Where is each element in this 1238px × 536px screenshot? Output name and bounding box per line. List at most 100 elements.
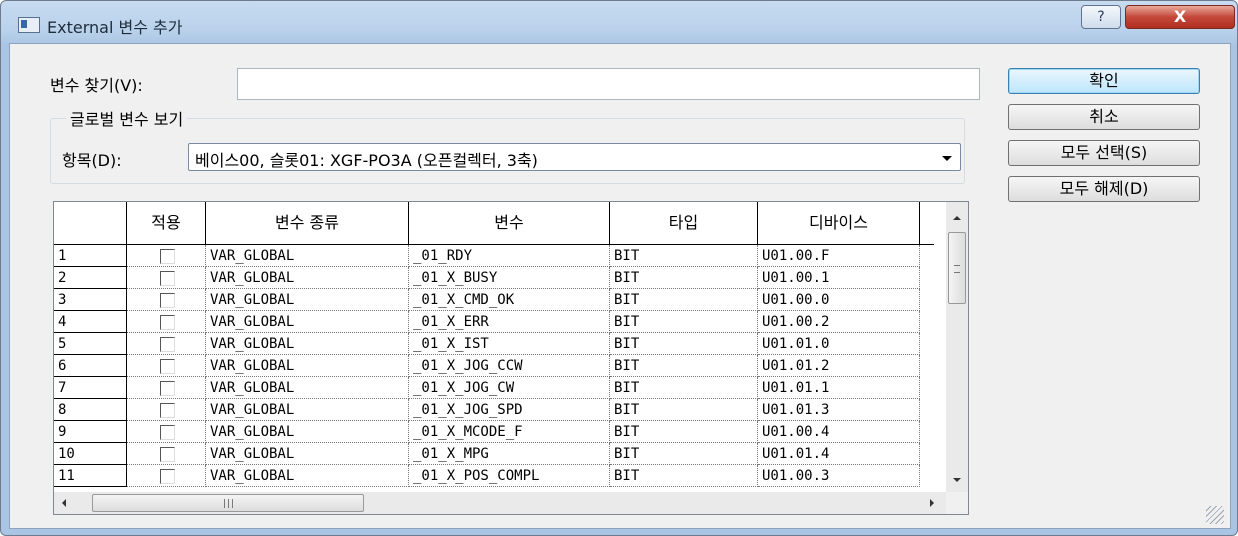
table-viewport: 적용 변수 종류 변수 타입 디바이스 1 VAR_GLOBAL _01_RDY BI…: [54, 202, 946, 492]
apply-checkbox[interactable]: [160, 403, 175, 418]
cell-num: 6: [54, 355, 127, 377]
window-app-icon: [18, 17, 40, 33]
apply-checkbox[interactable]: [160, 249, 175, 264]
cell-apply: [127, 355, 206, 377]
apply-checkbox[interactable]: [160, 447, 175, 462]
header-apply[interactable]: 적용: [127, 202, 206, 244]
cell-device: U01.00.1: [758, 267, 920, 289]
item-select[interactable]: 베이스00, 슬롯01: XGF-PO3A (오픈컬렉터, 3축): [188, 143, 961, 171]
cell-device: U01.01.3: [758, 399, 920, 421]
cell-apply: [127, 333, 206, 355]
cell-kind: VAR_GLOBAL: [206, 399, 409, 421]
close-button[interactable]: X: [1125, 5, 1235, 29]
cell-kind: VAR_GLOBAL: [206, 289, 409, 311]
apply-checkbox[interactable]: [160, 359, 175, 374]
cell-num: 3: [54, 289, 127, 311]
cell-device: U01.00.0: [758, 289, 920, 311]
horizontal-scroll-thumb[interactable]: |||: [92, 494, 364, 512]
vertical-scroll-thumb[interactable]: [948, 232, 966, 304]
header-kind[interactable]: 변수 종류: [206, 202, 409, 244]
cell-var: _01_X_JOG_CW: [409, 377, 610, 399]
chevron-down-icon[interactable]: [942, 156, 952, 161]
cell-type: BIT: [610, 465, 758, 487]
table-row[interactable]: 10 VAR_GLOBAL _01_X_MPG BIT U01.01.4: [54, 443, 934, 465]
scroll-up-icon[interactable]: [953, 216, 961, 220]
cell-num: 10: [54, 443, 127, 465]
cell-num: 2: [54, 267, 127, 289]
cancel-button[interactable]: 취소: [1008, 104, 1200, 130]
cell-apply: [127, 311, 206, 333]
cell-kind: VAR_GLOBAL: [206, 333, 409, 355]
scroll-left-icon[interactable]: [62, 499, 66, 507]
cell-var: _01_X_MCODE_F: [409, 421, 610, 443]
apply-checkbox[interactable]: [160, 337, 175, 352]
table-row[interactable]: 4 VAR_GLOBAL _01_X_ERR BIT U01.00.2: [54, 311, 934, 333]
cell-device: U01.00.3: [758, 465, 920, 487]
cell-type: BIT: [610, 289, 758, 311]
ok-button[interactable]: 확인: [1008, 68, 1200, 94]
cell-type: BIT: [610, 333, 758, 355]
header-type[interactable]: 타입: [610, 202, 758, 244]
apply-checkbox[interactable]: [160, 271, 175, 286]
cell-var: _01_X_MPG: [409, 443, 610, 465]
cell-num: 11: [54, 465, 127, 487]
scroll-right-icon[interactable]: [930, 499, 934, 507]
table-row[interactable]: 11 VAR_GLOBAL _01_X_POS_COMPL BIT U01.00.3: [54, 465, 934, 487]
table-row[interactable]: 3 VAR_GLOBAL _01_X_CMD_OK BIT U01.00.0: [54, 289, 934, 311]
cell-num: 8: [54, 399, 127, 421]
cell-var: _01_X_JOG_CCW: [409, 355, 610, 377]
select-all-button[interactable]: 모두 선택(S): [1008, 140, 1200, 166]
apply-checkbox[interactable]: [160, 293, 175, 308]
cell-num: 7: [54, 377, 127, 399]
header-device[interactable]: 디바이스: [758, 202, 920, 244]
cell-type: BIT: [610, 443, 758, 465]
search-label: 변수 찾기(V):: [50, 76, 143, 95]
table-row[interactable]: 5 VAR_GLOBAL _01_X_IST BIT U01.01.0: [54, 333, 934, 355]
table-row[interactable]: 7 VAR_GLOBAL _01_X_JOG_CW BIT U01.01.1: [54, 377, 934, 399]
scroll-down-icon[interactable]: [953, 478, 961, 482]
apply-checkbox[interactable]: [160, 381, 175, 396]
table-row[interactable]: 8 VAR_GLOBAL _01_X_JOG_SPD BIT U01.01.3: [54, 399, 934, 421]
cell-apply: [127, 421, 206, 443]
group-legend: 글로벌 변수 보기: [66, 106, 188, 130]
cell-type: BIT: [610, 377, 758, 399]
cell-device: U01.00.4: [758, 421, 920, 443]
header-row-number: [54, 202, 127, 244]
cell-apply: [127, 245, 206, 267]
cell-num: 5: [54, 333, 127, 355]
table-row[interactable]: 9 VAR_GLOBAL _01_X_MCODE_F BIT U01.00.4: [54, 421, 934, 443]
cell-num: 1: [54, 245, 127, 267]
cell-apply: [127, 399, 206, 421]
help-icon: ?: [1097, 9, 1105, 25]
cell-type: BIT: [610, 245, 758, 267]
table-row[interactable]: 2 VAR_GLOBAL _01_X_BUSY BIT U01.00.1: [54, 267, 934, 289]
cell-type: BIT: [610, 421, 758, 443]
item-select-value: 베이스00, 슬롯01: XGF-PO3A (오픈컬렉터, 3축): [195, 151, 538, 170]
horizontal-scrollbar[interactable]: |||: [54, 492, 946, 514]
apply-checkbox[interactable]: [160, 469, 175, 484]
variable-table: 적용 변수 종류 변수 타입 디바이스 1 VAR_GLOBAL _01_RDY BI…: [53, 201, 969, 515]
apply-checkbox[interactable]: [160, 315, 175, 330]
cell-device: U01.00.2: [758, 311, 920, 333]
table-row[interactable]: 6 VAR_GLOBAL _01_X_JOG_CCW BIT U01.01.2: [54, 355, 934, 377]
cell-type: BIT: [610, 311, 758, 333]
table-row[interactable]: 1 VAR_GLOBAL _01_RDY BIT U01.00.F: [54, 245, 934, 267]
cell-type: BIT: [610, 399, 758, 421]
vertical-scrollbar[interactable]: [946, 202, 968, 492]
apply-checkbox[interactable]: [160, 425, 175, 440]
deselect-all-button[interactable]: 모두 해제(D): [1008, 176, 1200, 202]
cell-kind: VAR_GLOBAL: [206, 377, 409, 399]
dialog-window: External 변수 추가 ? X 변수 찾기(V): 글로벌 변수 보기 항…: [0, 0, 1238, 536]
item-label: 항목(D):: [62, 151, 122, 170]
cell-kind: VAR_GLOBAL: [206, 311, 409, 333]
cell-apply: [127, 443, 206, 465]
help-button[interactable]: ?: [1081, 5, 1121, 29]
resize-grip-icon[interactable]: [1206, 506, 1224, 524]
cell-apply: [127, 267, 206, 289]
close-icon: X: [1173, 7, 1187, 26]
cell-kind: VAR_GLOBAL: [206, 465, 409, 487]
search-input[interactable]: [237, 68, 980, 100]
cell-apply: [127, 377, 206, 399]
header-variable[interactable]: 변수: [409, 202, 610, 244]
title-bar[interactable]: External 변수 추가 ? X: [1, 1, 1237, 41]
